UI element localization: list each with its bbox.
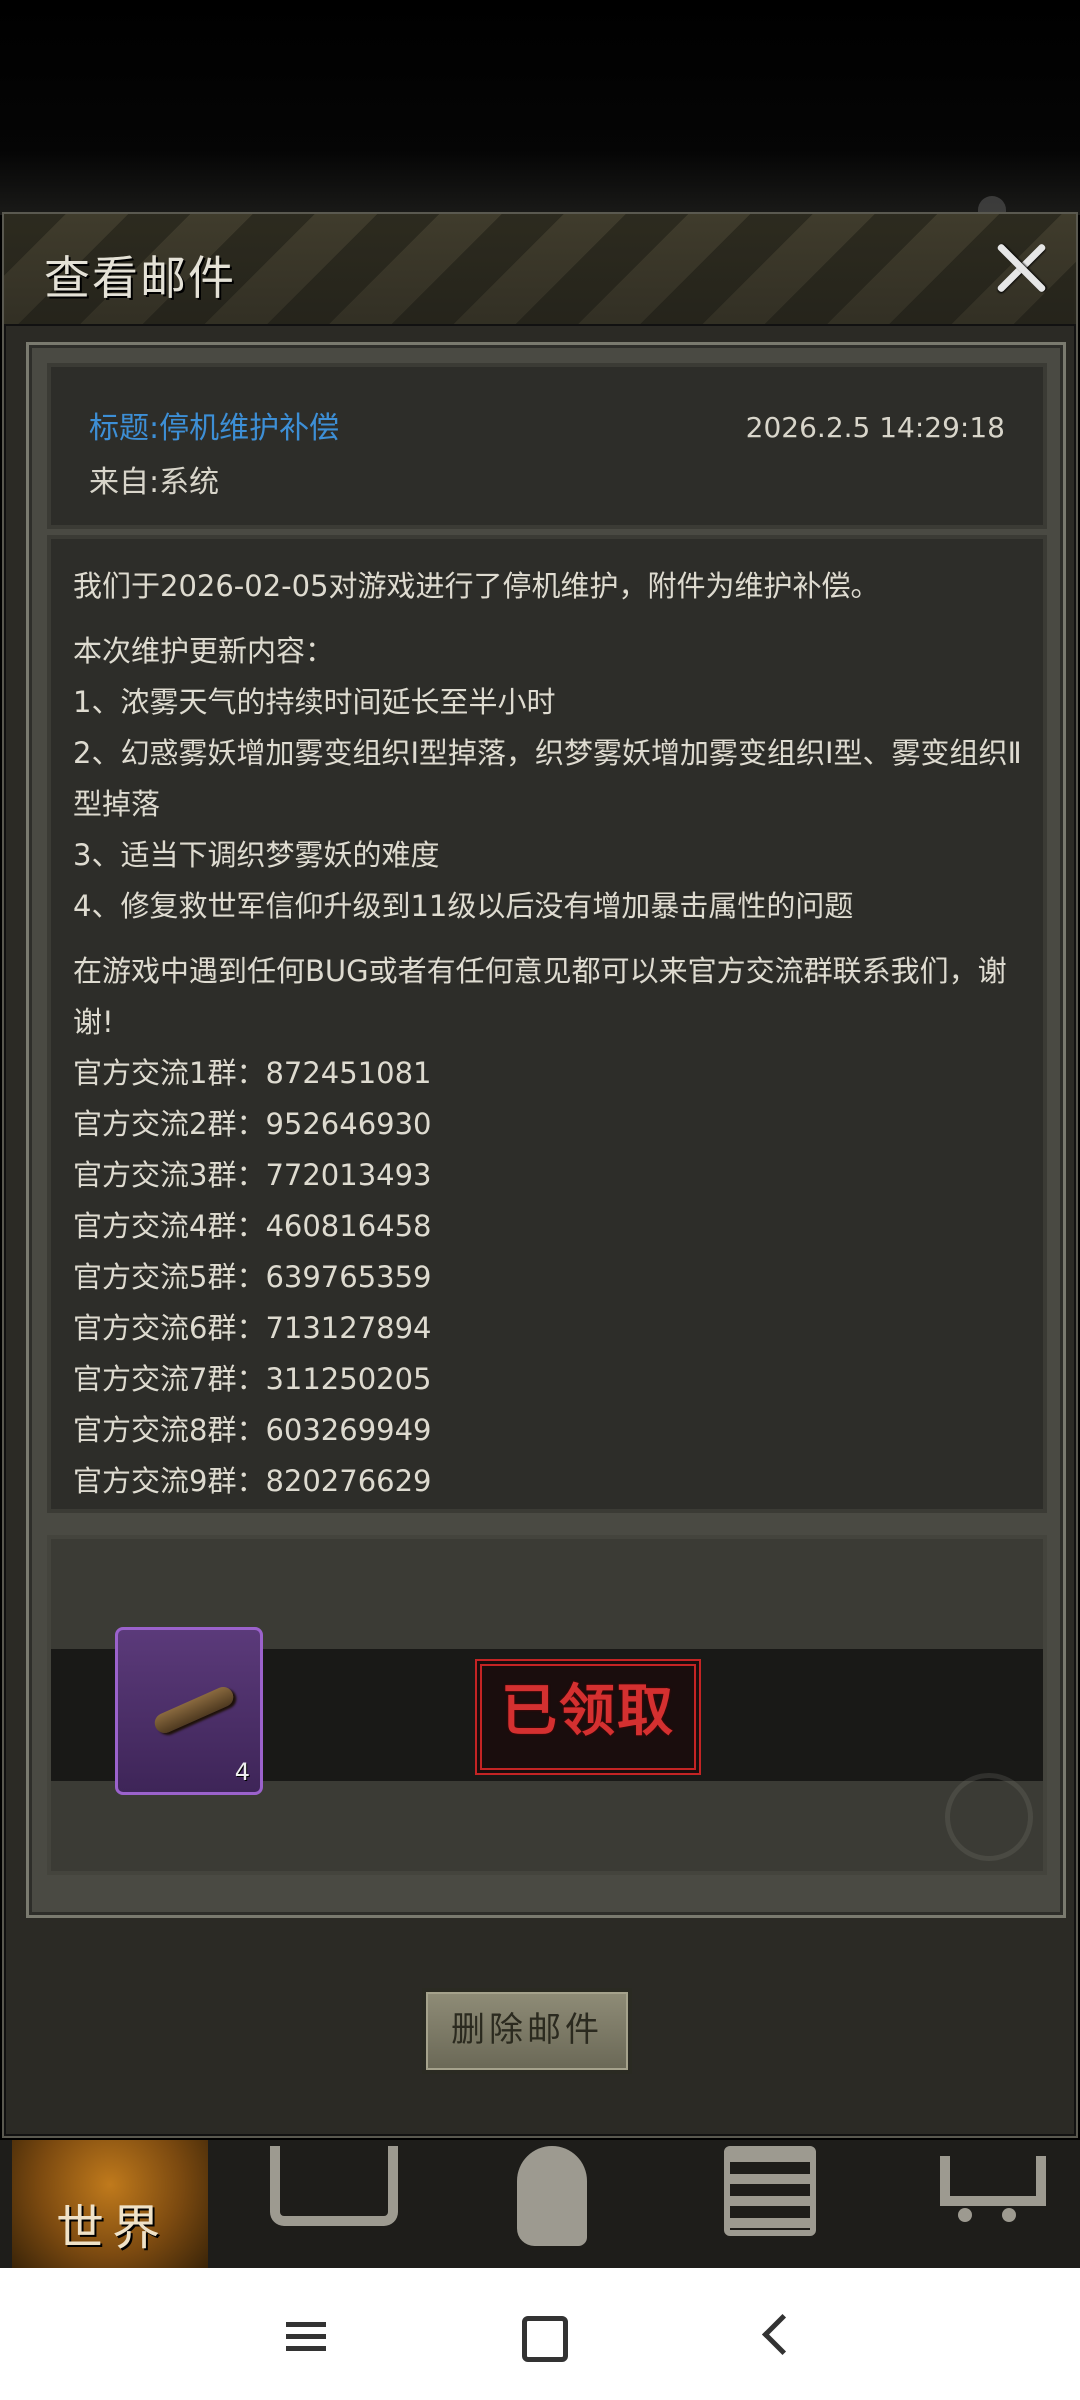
nav-world-label: 世界 <box>56 2200 169 2256</box>
mail-body[interactable]: 我们于2026-02-05对游戏进行了停机维护，附件为维护补偿。 本次维护更新内… <box>47 535 1047 1513</box>
menu-icon[interactable] <box>266 2300 346 2370</box>
update-item: 2、幻惑雾妖增加雾变组织Ⅰ型掉落，织梦雾妖增加雾变组织Ⅰ型、雾变组织Ⅱ型掉落 <box>73 736 1022 821</box>
group-line: 官方交流2群：952646930 <box>73 1107 432 1141</box>
group-line: 官方交流7群：311250205 <box>73 1362 432 1396</box>
item-count: 4 <box>234 1758 250 1786</box>
attachment-area: 4 已领取 <box>47 1535 1047 1875</box>
home-icon[interactable] <box>500 2300 580 2370</box>
group-line: 官方交流8群：603269949 <box>73 1413 432 1447</box>
group-line: 官方交流3群：772013493 <box>73 1158 432 1192</box>
mail-dialog: 查看邮件 标题:停机维护补偿 来自:系统 2026.2.5 14:29:18 我… <box>2 212 1078 2138</box>
update-title: 本次维护更新内容： <box>73 634 335 668</box>
contact-text: 在游戏中遇到任何BUG或者有任何意见都可以来官方交流群联系我们，谢谢! <box>73 954 1007 1039</box>
update-item: 4、修复救世军信仰升级到11级以后没有增加暴击属性的问题 <box>73 889 854 923</box>
mail-intro: 我们于2026-02-05对游戏进行了停机维护，附件为维护补偿。 <box>73 569 880 603</box>
wooden-stick-icon <box>151 1683 237 1737</box>
close-icon[interactable] <box>992 238 1052 298</box>
back-icon[interactable] <box>734 2300 814 2370</box>
update-item: 1、浓雾天气的持续时间延长至半小时 <box>73 685 556 719</box>
watermark-icon <box>945 1773 1033 1861</box>
base-icon[interactable] <box>270 2146 398 2246</box>
character-icon[interactable] <box>495 2146 605 2246</box>
attachment-item-slot[interactable]: 4 <box>115 1627 263 1795</box>
claimed-stamp: 已领取 <box>475 1659 701 1775</box>
mail-panel: 标题:停机维护补偿 来自:系统 2026.2.5 14:29:18 我们于202… <box>26 342 1066 1918</box>
group-line: 官方交流1群：872451081 <box>73 1056 432 1090</box>
dialog-title: 查看邮件 <box>44 251 236 305</box>
shop-cart-icon[interactable] <box>930 2146 1046 2246</box>
dialog-header: 查看邮件 <box>4 214 1076 326</box>
mail-subject: 标题:停机维护补偿 <box>89 411 340 446</box>
update-item: 3、适当下调织梦雾妖的难度 <box>73 838 440 872</box>
game-bottom-nav: 世界 <box>0 2140 1080 2270</box>
group-line: 官方交流6群：713127894 <box>73 1311 432 1345</box>
group-line: 官方交流9群：820276629 <box>73 1464 432 1498</box>
game-background <box>0 0 1080 215</box>
mail-header: 标题:停机维护补偿 来自:系统 2026.2.5 14:29:18 <box>47 363 1047 529</box>
nav-world-tab[interactable]: 世界 <box>12 2140 208 2268</box>
backpack-icon[interactable] <box>710 2146 820 2246</box>
group-line: 官方交流5群：639765359 <box>73 1260 432 1294</box>
mail-sender: 来自:系统 <box>89 465 220 500</box>
mail-date: 2026.2.5 14:29:18 <box>745 411 1005 444</box>
android-nav-bar <box>0 2268 1080 2400</box>
group-line: 官方交流4群：460816458 <box>73 1209 432 1243</box>
delete-mail-button[interactable]: 删除邮件 <box>422 1988 632 2074</box>
